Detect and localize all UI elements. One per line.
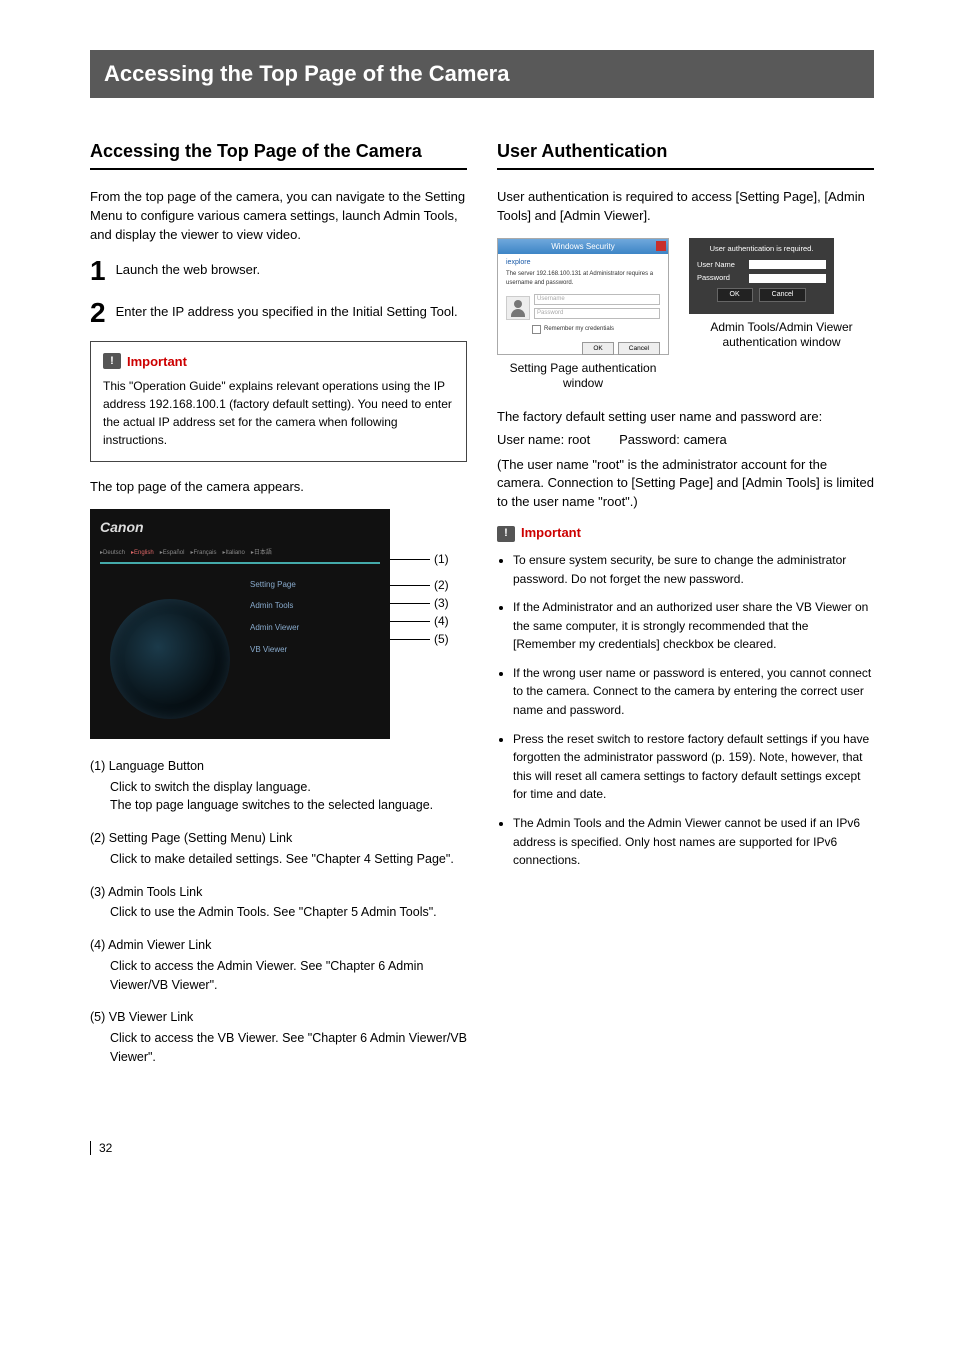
defaults-line1: The factory default setting user name an… [497,408,874,427]
annotation-list: (1) Language Button Click to switch the … [90,757,467,1067]
win1-password-input: Password [534,308,660,319]
canon-logo: Canon [100,517,144,537]
bullet-5: The Admin Tools and the Admin Viewer can… [513,814,874,870]
win1-caption: Setting Page authentication window [497,361,669,392]
link-admin-tools: Admin Tools [250,600,299,612]
page-number: 32 [90,1141,874,1155]
left-column: Accessing the Top Page of the Camera Fro… [90,138,467,1081]
right-important-section: ! Important To ensure system security, b… [497,524,874,870]
right-important-label: Important [521,524,581,543]
windows-security-dialog: Windows Security iexplore The server 192… [497,238,669,355]
right-heading: User Authentication [497,138,874,164]
lang-en: ▸English [131,549,154,558]
bullet-2: If the Administrator and an authorized u… [513,598,874,654]
annotation-1: (1) Language Button Click to switch the … [90,757,467,815]
step-2-number: 2 [90,299,106,327]
lang-es: ▸Español [160,549,185,558]
lang-de: ▸Deutsch [100,549,125,558]
left-important-label: Important [127,352,187,372]
win1-remember-label: Remember my credentials [544,325,614,334]
left-important-head: ! Important [103,352,454,372]
defaults-values: User name: root Password: camera [497,431,874,450]
page-title-bar: Accessing the Top Page of the Camera [90,50,874,98]
defaults-note: (The user name "root" is the administrat… [497,456,874,513]
step-1-text: Launch the web browser. [116,257,261,280]
win2-pass-label: Password [697,273,745,284]
annotation-3: (3) Admin Tools Link Click to use the Ad… [90,883,467,923]
callout-5: (5) [390,631,449,648]
close-icon [656,241,666,251]
warning-icon: ! [497,526,515,542]
callout-1: (1) [390,551,449,568]
win2-cancel-button: Cancel [759,288,807,302]
win1-username-input: Username [534,294,660,305]
checkbox-icon [532,325,541,334]
annotation-2: (2) Setting Page (Setting Menu) Link Cli… [90,829,467,869]
menu-links: Setting Page Admin Tools Admin Viewer VB… [250,579,299,655]
warning-icon: ! [103,353,121,369]
win1-cancel-button: Cancel [618,342,660,355]
right-column: User Authentication User authentication … [497,138,874,1081]
avatar-icon [506,296,530,320]
admin-auth-dialog: User authentication is required. User Na… [689,238,834,314]
annotation-4: (4) Admin Viewer Link Click to access th… [90,936,467,994]
win1-ok-button: OK [582,342,613,355]
annotation-5: (5) VB Viewer Link Click to access the V… [90,1008,467,1066]
win2-user-input [749,260,826,269]
right-important-head: ! Important [497,524,874,543]
win2-user-label: User Name [697,260,745,271]
lang-it: ▸Italiano [222,549,244,558]
top-page-screenshot: Canon ▸Deutsch ▸English ▸Español ▸França… [90,509,390,739]
step-2: 2 Enter the IP address you specified in … [90,299,467,327]
win2-ok-button: OK [717,288,753,302]
step-1-number: 1 [90,257,106,285]
left-after-important: The top page of the camera appears. [90,478,467,497]
win2-pass-input [749,274,826,283]
callout-3: (3) [390,595,449,612]
right-intro: User authentication is required to acces… [497,188,874,226]
link-admin-viewer: Admin Viewer [250,622,299,634]
win1-app: iexplore [506,258,660,268]
auth-fig-1: Windows Security iexplore The server 192… [497,238,669,392]
win1-titlebar: Windows Security [498,239,668,255]
callout-2: (2) [390,577,449,594]
callout-lines: (1) (2) (3) (4) (5) [390,509,450,739]
auth-fig-2: User authentication is required. User Na… [689,238,874,351]
win2-caption: Admin Tools/Admin Viewer authentication … [689,320,874,351]
right-important-list: To ensure system security, be sure to ch… [497,551,874,870]
left-heading: Accessing the Top Page of the Camera [90,138,467,164]
bullet-4: Press the reset switch to restore factor… [513,730,874,804]
right-heading-rule [497,168,874,170]
auth-figures: Windows Security iexplore The server 192… [497,238,874,392]
lang-ja: ▸日本語 [251,549,272,558]
left-important-box: ! Important This "Operation Guide" expla… [90,341,467,463]
win1-title-text: Windows Security [551,242,615,251]
left-intro: From the top page of the camera, you can… [90,188,467,245]
bullet-1: To ensure system security, be sure to ch… [513,551,874,588]
link-vb-viewer: VB Viewer [250,644,299,656]
camera-lens-graphic [110,599,230,719]
win1-subtitle: The server 192.168.100.131 at Administra… [506,270,660,287]
callout-4: (4) [390,613,449,630]
win1-remember-row: Remember my credentials [532,325,660,334]
top-page-figure: Canon ▸Deutsch ▸English ▸Español ▸França… [90,509,467,739]
step-2-text: Enter the IP address you specified in th… [116,299,458,322]
left-important-text: This "Operation Guide" explains relevant… [103,377,454,449]
two-column-layout: Accessing the Top Page of the Camera Fro… [90,138,874,1081]
bullet-3: If the wrong user name or password is en… [513,664,874,720]
step-1: 1 Launch the web browser. [90,257,467,285]
win2-title: User authentication is required. [697,244,826,255]
lang-fr: ▸Français [190,549,216,558]
page-title: Accessing the Top Page of the Camera [104,61,509,86]
language-bar: ▸Deutsch ▸English ▸Español ▸Français ▸It… [100,549,380,564]
link-setting-page: Setting Page [250,579,299,591]
left-heading-rule [90,168,467,170]
